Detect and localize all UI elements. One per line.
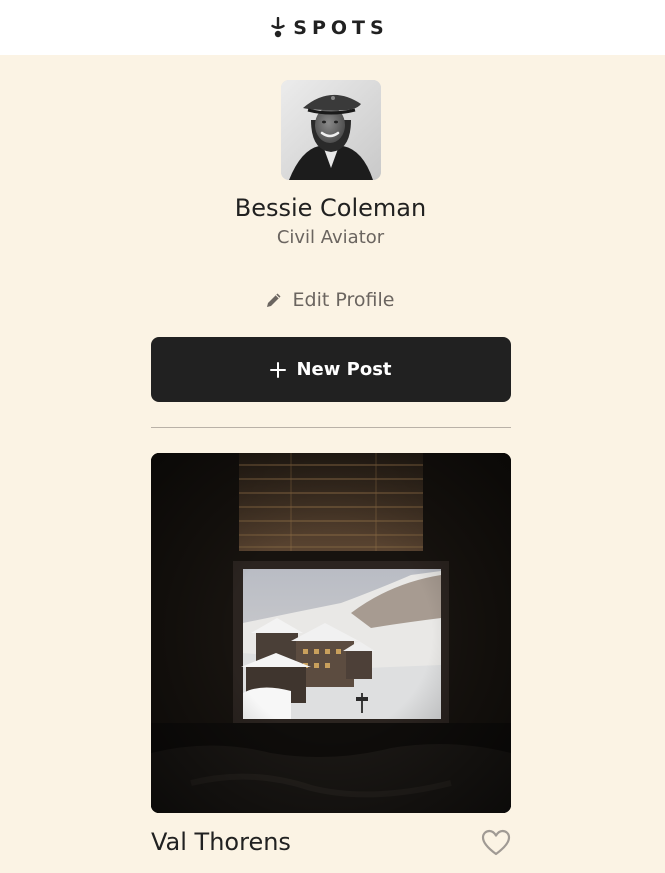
- new-post-button[interactable]: New Post: [151, 337, 511, 402]
- new-post-label: New Post: [296, 358, 392, 380]
- spots-logo-icon: [271, 16, 285, 37]
- edit-profile-label: Edit Profile: [292, 289, 395, 311]
- pencil-icon: [266, 293, 281, 307]
- card-image[interactable]: [151, 453, 511, 813]
- heart-outline-icon: [481, 829, 511, 856]
- avatar-portrait: [281, 80, 381, 180]
- avatar: [281, 80, 381, 180]
- logo[interactable]: SPOTS: [271, 16, 389, 39]
- card-title: Val Thorens: [151, 828, 291, 856]
- header: SPOTS: [0, 0, 665, 55]
- edit-profile-button[interactable]: Edit Profile: [0, 287, 662, 313]
- plus-icon: [270, 361, 287, 378]
- window-view-snowy-village: [151, 453, 511, 813]
- profile-title: Civil Aviator: [276, 227, 385, 248]
- like-button[interactable]: [481, 828, 511, 858]
- divider: [151, 427, 511, 428]
- logo-text: SPOTS: [293, 16, 389, 39]
- profile-name: Bessie Coleman: [234, 194, 427, 222]
